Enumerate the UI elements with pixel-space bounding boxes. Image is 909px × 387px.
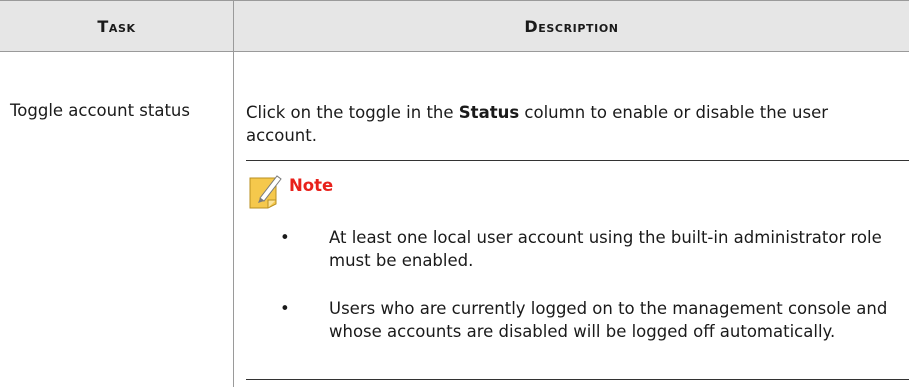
note-title: Note [289, 176, 334, 195]
note-pencil-icon [249, 175, 282, 209]
note-item-text: At least one local user account using th… [329, 228, 882, 270]
note-item-text: Users who are currently logged on to the… [329, 299, 888, 341]
task-table: Task Description Toggle account status C… [0, 0, 909, 387]
note-bottom-rule [246, 379, 909, 380]
description-cell: Click on the toggle in the Status column… [246, 101, 896, 147]
note-list-item: • Users who are currently logged on to t… [280, 297, 896, 343]
column-divider [233, 0, 234, 387]
header-task: Task [97, 16, 136, 36]
note-list-item: • At least one local user account using … [280, 226, 896, 272]
header-description: Description [524, 16, 619, 36]
task-cell: Toggle account status [10, 101, 190, 120]
bullet-icon: • [280, 299, 290, 318]
note-top-rule [246, 160, 909, 161]
description-bold-status: Status [458, 103, 520, 122]
table-header-row: Task Description [0, 0, 909, 52]
description-prefix: Click on the toggle in the [246, 103, 459, 122]
bullet-icon: • [280, 228, 290, 247]
